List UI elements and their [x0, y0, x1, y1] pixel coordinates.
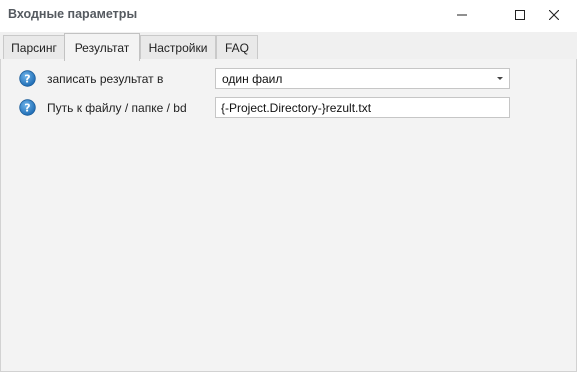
save-result-dropdown[interactable]: один фаил [215, 68, 510, 89]
tab-result[interactable]: Результат [64, 33, 140, 61]
maximize-icon [515, 10, 525, 20]
title-bar: Входные параметры [0, 0, 577, 32]
question-circle-icon[interactable]: ? [19, 70, 36, 87]
save-result-value: один фаил [222, 72, 283, 86]
path-label: Путь к файлу / папке / bd [47, 101, 187, 115]
svg-text:?: ? [24, 102, 30, 115]
close-button[interactable] [531, 0, 577, 30]
tab-content-result: ? записать результат в один фаил ? Путь … [0, 59, 577, 372]
form-row-path: ? Путь к файлу / папке / bd [1, 97, 577, 119]
question-circle-icon[interactable]: ? [19, 99, 36, 116]
close-icon [549, 10, 559, 20]
minimize-button[interactable] [439, 0, 485, 30]
tab-strip: Парсинг Результат Настройки FAQ [0, 32, 577, 61]
minimize-icon [457, 14, 467, 16]
dialog-window: Входные параметры Парсинг Результат Наст… [0, 0, 577, 372]
chevron-down-icon [497, 77, 503, 80]
tab-settings[interactable]: Настройки [140, 35, 216, 60]
form-row-save-result: ? записать результат в один фаил [1, 68, 577, 90]
window-title: Входные параметры [8, 7, 138, 21]
svg-text:?: ? [24, 73, 30, 86]
save-result-label: записать результат в [47, 72, 164, 86]
tab-parsing[interactable]: Парсинг [3, 35, 65, 60]
tab-faq[interactable]: FAQ [216, 35, 258, 60]
path-input[interactable] [215, 97, 510, 118]
